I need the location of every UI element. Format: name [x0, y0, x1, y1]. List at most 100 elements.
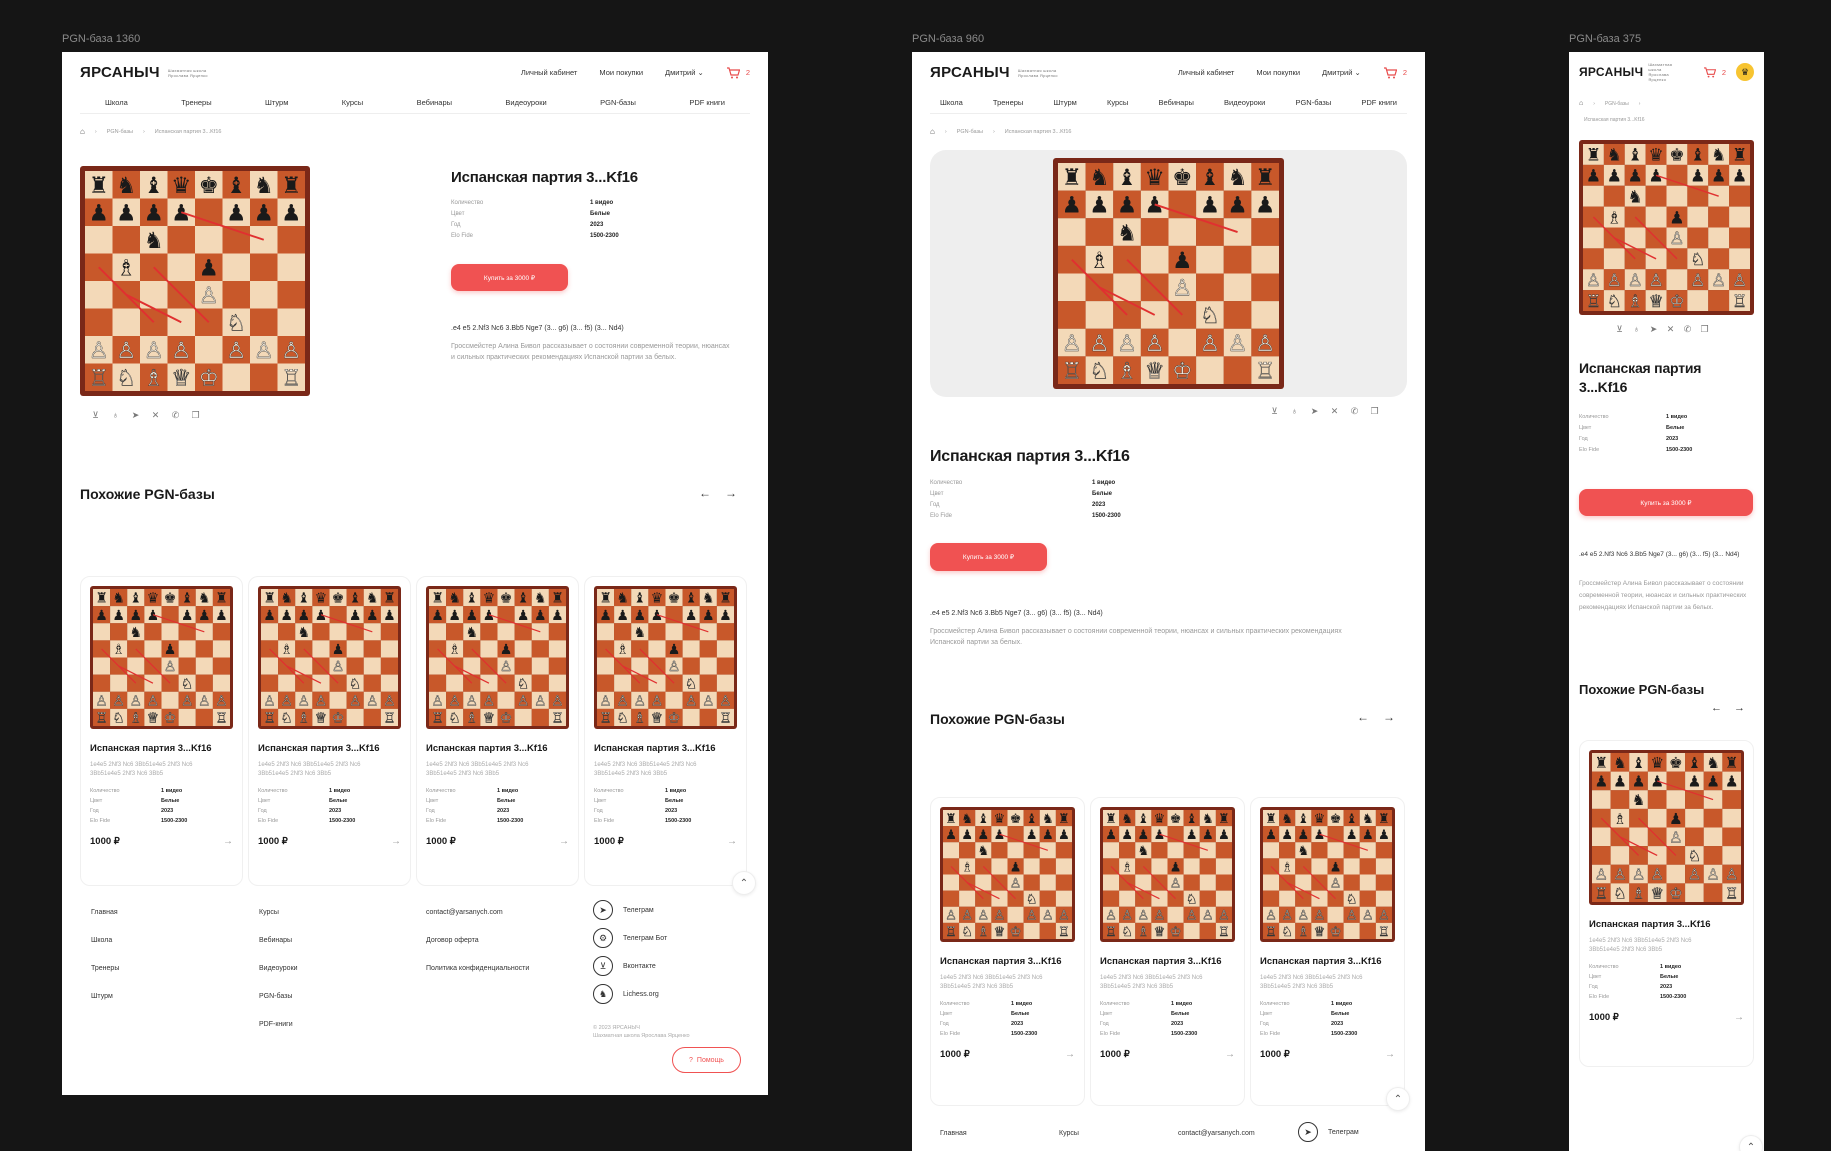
social-vk[interactable]: ⊻ Вконтакте: [593, 956, 667, 976]
footer-email[interactable]: contact@yarsanych.com: [426, 909, 529, 916]
home-icon[interactable]: ⌂: [1579, 100, 1583, 107]
purchases-link[interactable]: Мои покупки: [599, 68, 643, 77]
menu-item-pgn[interactable]: PGN-базы: [1295, 98, 1331, 107]
arrow-right-icon[interactable]: →: [1225, 1049, 1235, 1060]
arrow-right-icon[interactable]: →: [559, 836, 569, 847]
whatsapp-icon[interactable]: ✆: [170, 410, 181, 421]
copy-icon[interactable]: ❐: [1699, 324, 1710, 335]
buy-button[interactable]: Купить за 3000 ₽: [451, 264, 568, 291]
footer-link[interactable]: Главная: [91, 909, 119, 916]
x-icon[interactable]: ✕: [1329, 406, 1340, 417]
arrow-left-icon[interactable]: ←: [699, 486, 711, 500]
ok-icon[interactable]: ♁: [1631, 324, 1642, 335]
copy-icon[interactable]: ❐: [190, 410, 201, 421]
footer-link[interactable]: Видеоуроки: [259, 965, 298, 972]
arrow-right-icon[interactable]: →: [1385, 1049, 1395, 1060]
footer-link[interactable]: Политика конфиденциальности: [426, 965, 529, 972]
social-telegram[interactable]: ➤ Телеграм: [593, 900, 667, 920]
x-icon[interactable]: ✕: [150, 410, 161, 421]
arrow-right-icon[interactable]: →: [725, 486, 737, 500]
pgn-card[interactable]: ♜ ♞ ♝ ♛ ♚ ♝ ♞ ♜ ♟ ♟ ♟ ♟ ♟ ♟ ♟ ♞ ♗ ♟ ♙ ♘ ♙ ♙ ♙ ♙ ♙ ♙ ♙ ♖ ♘ ♗ ♕ ♔ ♖ Испанск…: [930, 797, 1085, 1106]
menu-item-courses[interactable]: Курсы: [1107, 98, 1128, 107]
scroll-up-button[interactable]: ⌃: [1386, 1087, 1410, 1111]
ok-icon[interactable]: ♁: [1289, 406, 1300, 417]
social-telegram-bot[interactable]: ⚙ Телеграм Бот: [593, 928, 667, 948]
telegram-icon[interactable]: ➤: [130, 410, 141, 421]
menu-burger-button[interactable]: ♛: [1736, 63, 1754, 81]
pgn-card[interactable]: ♜ ♞ ♝ ♛ ♚ ♝ ♞ ♜ ♟ ♟ ♟ ♟ ♟ ♟ ♟ ♞ ♗ ♟ ♙ ♘ ♙ ♙ ♙ ♙ ♙ ♙ ♙ ♖ ♘ ♗ ♕ ♔ ♖ Испанск…: [80, 576, 243, 886]
cart-button[interactable]: 2: [726, 66, 750, 79]
arrow-right-icon[interactable]: →: [1734, 1012, 1744, 1023]
logo[interactable]: ЯРСАНЫЧ Шахматная школа Ярослава Ярценко: [1579, 62, 1676, 82]
footer-link[interactable]: Курсы: [1059, 1130, 1079, 1137]
menu-item-videos[interactable]: Видеоуроки: [1224, 98, 1265, 107]
telegram-icon[interactable]: ➤: [1309, 406, 1320, 417]
cabinet-link[interactable]: Личный кабинет: [1178, 68, 1234, 77]
scroll-up-button[interactable]: ⌃: [732, 871, 756, 895]
buy-button[interactable]: Купить за 3000 ₽: [930, 543, 1047, 571]
vk-icon[interactable]: ⊻: [1269, 406, 1280, 417]
arrow-right-icon[interactable]: →: [727, 836, 737, 847]
breadcrumb-section[interactable]: PGN-базы: [957, 129, 983, 135]
logo[interactable]: ЯРСАНЫЧ Шахматная школа Ярослава Ярценко: [930, 64, 1058, 81]
home-icon[interactable]: ⌂: [930, 127, 935, 136]
arrow-right-icon[interactable]: →: [1065, 1049, 1075, 1060]
menu-item-pdf[interactable]: PDF книги: [689, 98, 725, 107]
menu-item-webinars[interactable]: Вебинары: [1158, 98, 1193, 107]
social-telegram[interactable]: ➤ Телеграм: [1298, 1122, 1359, 1142]
vk-icon[interactable]: ⊻: [90, 410, 101, 421]
buy-button[interactable]: Купить за 3000 ₽: [1579, 489, 1753, 516]
arrow-right-icon[interactable]: →: [1734, 702, 1745, 714]
arrow-right-icon[interactable]: →: [223, 836, 233, 847]
footer-link[interactable]: Тренеры: [91, 965, 119, 972]
menu-item-videos[interactable]: Видеоуроки: [505, 98, 546, 107]
telegram-icon[interactable]: ➤: [1648, 324, 1659, 335]
cart-button[interactable]: 2: [1703, 66, 1726, 78]
whatsapp-icon[interactable]: ✆: [1682, 324, 1693, 335]
menu-item-pgn[interactable]: PGN-базы: [600, 98, 636, 107]
pgn-card[interactable]: ♜ ♞ ♝ ♛ ♚ ♝ ♞ ♜ ♟ ♟ ♟ ♟ ♟ ♟ ♟ ♞ ♗ ♟ ♙ ♘ ♙ ♙ ♙ ♙ ♙ ♙ ♙ ♖ ♘ ♗ ♕ ♔ ♖ Испанск…: [1250, 797, 1405, 1106]
footer-link[interactable]: Курсы: [259, 909, 298, 916]
menu-item-trainers[interactable]: Тренеры: [181, 98, 211, 107]
arrow-right-icon[interactable]: →: [1383, 710, 1395, 724]
menu-item-school[interactable]: Школа: [105, 98, 128, 107]
x-icon[interactable]: ✕: [1665, 324, 1676, 335]
footer-link[interactable]: Школа: [91, 937, 119, 944]
footer-link[interactable]: PDF-книги: [259, 1021, 298, 1028]
menu-item-trainers[interactable]: Тренеры: [993, 98, 1023, 107]
logo[interactable]: ЯРСАНЫЧ Шахматная школа Ярослава Ярценко: [80, 64, 208, 81]
footer-link[interactable]: Вебинары: [259, 937, 298, 944]
pgn-card[interactable]: ♜ ♞ ♝ ♛ ♚ ♝ ♞ ♜ ♟ ♟ ♟ ♟ ♟ ♟ ♟ ♞ ♗ ♟ ♙ ♘ ♙ ♙ ♙ ♙ ♙ ♙ ♙ ♖ ♘ ♗ ♕ ♔ ♖ Испанск…: [416, 576, 579, 886]
whatsapp-icon[interactable]: ✆: [1349, 406, 1360, 417]
cabinet-link[interactable]: Личный кабинет: [521, 68, 577, 77]
footer-link[interactable]: Договор оферта: [426, 937, 529, 944]
footer-email[interactable]: contact@yarsanych.com: [1178, 1130, 1255, 1137]
menu-item-shturm[interactable]: Штурм: [1053, 98, 1076, 107]
home-icon[interactable]: ⌂: [80, 127, 85, 136]
pgn-card[interactable]: ♜ ♞ ♝ ♛ ♚ ♝ ♞ ♜ ♟ ♟ ♟ ♟ ♟ ♟ ♟ ♞ ♗ ♟ ♙ ♘ ♙ ♙ ♙ ♙ ♙ ♙ ♙ ♖ ♘ ♗ ♕ ♔ ♖ Испанск…: [1579, 740, 1754, 1067]
cart-button[interactable]: 2: [1383, 66, 1407, 79]
menu-item-school[interactable]: Школа: [940, 98, 963, 107]
arrow-left-icon[interactable]: ←: [1357, 710, 1369, 724]
purchases-link[interactable]: Мои покупки: [1256, 68, 1300, 77]
user-menu[interactable]: Дмитрий ⌄: [1322, 68, 1361, 77]
footer-link[interactable]: Штурм: [91, 993, 119, 1000]
breadcrumb-section[interactable]: PGN-базы: [1605, 101, 1629, 107]
copy-icon[interactable]: ❐: [1369, 406, 1380, 417]
social-lichess[interactable]: ♞ Lichess.org: [593, 984, 667, 1004]
scroll-up-button[interactable]: ⌃: [1739, 1135, 1763, 1151]
arrow-left-icon[interactable]: ←: [1711, 702, 1722, 714]
user-menu[interactable]: Дмитрий ⌄: [665, 68, 704, 77]
menu-item-pdf[interactable]: PDF книги: [1361, 98, 1397, 107]
menu-item-shturm[interactable]: Штурм: [265, 98, 288, 107]
footer-link[interactable]: PGN-базы: [259, 993, 298, 1000]
menu-item-webinars[interactable]: Вебинары: [417, 98, 452, 107]
footer-link[interactable]: Главная: [940, 1130, 967, 1137]
ok-icon[interactable]: ♁: [110, 410, 121, 421]
breadcrumb-section[interactable]: PGN-базы: [107, 129, 133, 135]
pgn-card[interactable]: ♜ ♞ ♝ ♛ ♚ ♝ ♞ ♜ ♟ ♟ ♟ ♟ ♟ ♟ ♟ ♞ ♗ ♟ ♙ ♘ ♙ ♙ ♙ ♙ ♙ ♙ ♙ ♖ ♘ ♗ ♕ ♔ ♖ Испанск…: [584, 576, 747, 886]
arrow-right-icon[interactable]: →: [391, 836, 401, 847]
vk-icon[interactable]: ⊻: [1614, 324, 1625, 335]
pgn-card[interactable]: ♜ ♞ ♝ ♛ ♚ ♝ ♞ ♜ ♟ ♟ ♟ ♟ ♟ ♟ ♟ ♞ ♗ ♟ ♙ ♘ ♙ ♙ ♙ ♙ ♙ ♙ ♙ ♖ ♘ ♗ ♕ ♔ ♖ Испанск…: [248, 576, 411, 886]
help-button[interactable]: ? Помощь: [672, 1047, 741, 1073]
